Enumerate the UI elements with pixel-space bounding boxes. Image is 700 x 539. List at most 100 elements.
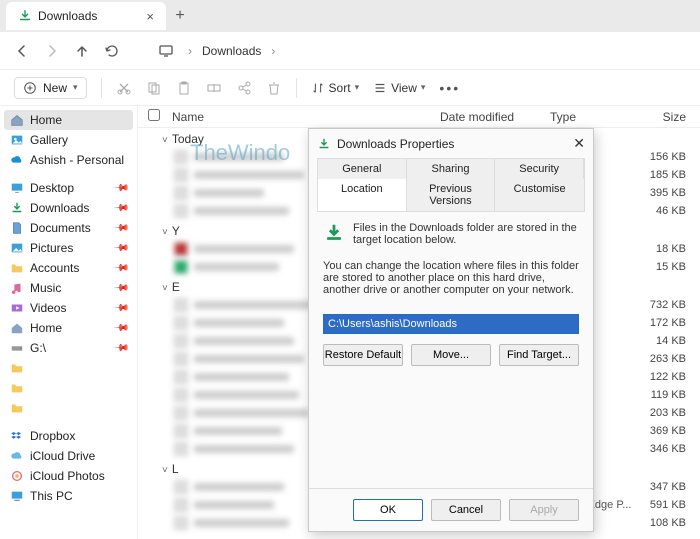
sidebar-item-label: Dropbox [30,429,75,443]
dialog-close-button[interactable]: ✕ [573,135,585,152]
sidebar-item-home[interactable]: Home [4,110,133,130]
pin-icon: 📌 [112,240,129,257]
sidebar-item-dropbox[interactable]: Dropbox [4,426,133,446]
sidebar-item-thispc[interactable]: This PC [4,486,133,506]
paste-icon[interactable] [176,80,192,96]
sidebar-item-label: Home [30,321,62,335]
column-date[interactable]: Date modified [440,110,550,124]
rename-icon[interactable] [206,80,222,96]
move-button[interactable]: Move... [411,344,491,366]
desktop-icon [10,181,24,195]
pin-icon: 📌 [112,180,129,197]
back-button[interactable] [14,43,30,59]
pin-icon: 📌 [112,340,129,357]
sidebar-item-folder[interactable] [4,358,133,378]
view-icon [373,81,387,95]
refresh-button[interactable] [104,43,120,59]
cut-icon[interactable] [116,80,132,96]
sidebar-item-downloads[interactable]: Downloads 📌 [4,198,133,218]
sidebar-item-label: Home [30,113,62,127]
location-path-input[interactable]: C:\Users\ashis\Downloads [323,314,579,334]
column-type[interactable]: Type [550,110,640,124]
dialog-tabs: General Sharing Security Location Previo… [317,158,585,212]
sidebar-item-personal[interactable]: Ashish - Personal [4,150,133,170]
sidebar-item-folder[interactable] [4,378,133,398]
column-size[interactable]: Size [640,110,700,124]
gallery-icon [10,133,24,147]
file-size: 185 KB [650,169,700,181]
breadcrumb-item[interactable]: Downloads [202,44,261,58]
tab-sharing[interactable]: Sharing [407,159,496,179]
sidebar-item-icloudphotos[interactable]: iCloud Photos [4,466,133,486]
cancel-button[interactable]: Cancel [431,499,501,521]
sidebar-item-documents[interactable]: Documents📌 [4,218,133,238]
file-size: 263 KB [650,353,700,365]
sidebar-item-label: Desktop [30,181,74,195]
tab-location[interactable]: Location [318,179,407,211]
chevron-down-icon: ▾ [421,82,426,93]
chevron-down-icon: ▾ [73,82,78,93]
folder-icon [10,381,24,395]
sidebar-item-label: Accounts [30,261,79,275]
downloads-icon [317,137,331,151]
window-tab[interactable]: Downloads × [6,2,166,30]
sidebar-item-label: Music [30,281,61,295]
sidebar-item-label: iCloud Photos [30,469,105,483]
file-size: 108 KB [650,517,700,529]
folder-icon [10,361,24,375]
monitor-icon[interactable] [158,43,174,59]
column-name[interactable]: Name [172,110,440,124]
file-size: 122 KB [650,371,700,383]
sidebar-item-accounts[interactable]: Accounts 📌 [4,258,133,278]
share-icon[interactable] [236,80,252,96]
sidebar-item-videos[interactable]: Videos📌 [4,298,133,318]
sidebar-item-folder[interactable] [4,398,133,418]
up-button[interactable] [74,43,90,59]
sidebar-item-label: Downloads [30,201,89,215]
pictures-icon [10,241,24,255]
tab-close-icon[interactable]: × [146,9,154,24]
sidebar-item-pictures[interactable]: Pictures📌 [4,238,133,258]
pin-icon: 📌 [112,320,129,337]
sidebar-item-label: iCloud Drive [30,449,95,463]
view-button[interactable]: View ▾ [373,81,425,95]
apply-button[interactable]: Apply [509,499,579,521]
forward-button[interactable] [44,43,60,59]
sidebar-item-iclouddrive[interactable]: iCloud Drive [4,446,133,466]
tab-general[interactable]: General [318,159,407,179]
tab-customise[interactable]: Customise [495,179,584,211]
file-size: 203 KB [650,407,700,419]
onedrive-icon [10,153,24,167]
sidebar-item-gallery[interactable]: Gallery [4,130,133,150]
thispc-icon [10,489,24,503]
file-size: 15 KB [656,261,700,273]
find-target-button[interactable]: Find Target... [499,344,579,366]
delete-icon[interactable] [266,80,282,96]
sidebar-item-gdrive[interactable]: G:\📌 [4,338,133,358]
file-size: 369 KB [650,425,700,437]
sidebar-item-desktop[interactable]: Desktop 📌 [4,178,133,198]
tab-security[interactable]: Security [495,159,584,179]
new-tab-button[interactable]: + [166,7,194,25]
new-button[interactable]: New ▾ [14,77,87,99]
sort-button[interactable]: Sort ▾ [311,81,360,95]
file-size: 347 KB [650,481,700,493]
chevron-down-icon: ▾ [355,82,360,93]
downloads-icon [10,201,24,215]
sidebar-item-home2[interactable]: Home 📌 [4,318,133,338]
more-button[interactable]: ••• [439,80,460,96]
sidebar-item-music[interactable]: Music📌 [4,278,133,298]
dropbox-icon [10,429,24,443]
file-size: 346 KB [650,443,700,455]
pin-icon: 📌 [112,260,129,277]
restore-default-button[interactable]: Restore Default [323,344,403,366]
copy-icon[interactable] [146,80,162,96]
dialog-title: Downloads Properties [337,137,454,151]
videos-icon [10,301,24,315]
ok-button[interactable]: OK [353,499,423,521]
select-all-checkbox[interactable] [148,109,160,121]
tab-previous[interactable]: Previous Versions [407,179,496,211]
sidebar-item-label: Videos [30,301,66,315]
file-size: 46 KB [656,205,700,217]
pin-icon: 📌 [112,200,129,217]
